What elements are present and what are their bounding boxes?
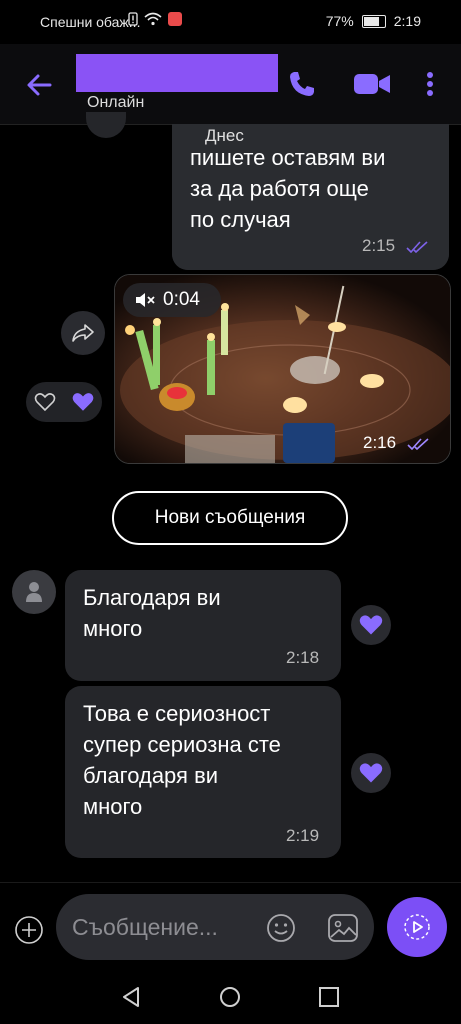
reaction-pill[interactable] bbox=[26, 382, 102, 422]
clock: 2:19 bbox=[393, 13, 421, 29]
message-text: Благодаря ви много bbox=[83, 585, 221, 641]
app-notification-icon bbox=[168, 12, 182, 26]
voice-video-send-button[interactable] bbox=[387, 897, 447, 957]
heart-filled-icon bbox=[359, 763, 383, 783]
nav-recents-icon[interactable] bbox=[318, 986, 340, 1008]
incoming-message[interactable]: Благодаря ви много 2:18 bbox=[65, 570, 341, 681]
message-text: Това е сериозност супер сериозна сте бла… bbox=[83, 701, 281, 819]
nav-home-icon[interactable] bbox=[219, 986, 241, 1008]
incoming-message[interactable]: Това е сериозност супер сериозна сте бла… bbox=[65, 686, 341, 858]
contact-status: Онлайн bbox=[87, 94, 145, 111]
battery-percent: 77% bbox=[325, 13, 354, 29]
new-messages-divider: Нови съобщения bbox=[112, 491, 348, 545]
header-clone: Онлайн bbox=[0, 44, 461, 124]
message-text: пишете оставям ви за да работя още по сл… bbox=[190, 145, 386, 232]
person-icon bbox=[26, 582, 42, 602]
video-time-text: 2:16 bbox=[363, 433, 397, 452]
add-attachment-icon[interactable] bbox=[14, 915, 44, 945]
forward-button[interactable] bbox=[61, 311, 105, 355]
status-bar: Спешни обаж... 77% 2:19 bbox=[0, 0, 461, 44]
video-time: 2:16 bbox=[363, 433, 429, 453]
video-duration-pill[interactable]: 0:04 bbox=[123, 283, 221, 317]
battery-icon bbox=[361, 14, 386, 28]
message-time: 2:19 bbox=[286, 826, 320, 845]
date-label: Днес bbox=[205, 126, 244, 145]
message-time: 2:18 bbox=[286, 648, 320, 667]
more-options-icon[interactable] bbox=[418, 68, 442, 100]
status-notification: Спешни обаж... bbox=[40, 14, 141, 30]
video-duration: 0:04 bbox=[163, 289, 200, 310]
emoji-icon[interactable] bbox=[266, 913, 296, 943]
muted-speaker-icon[interactable] bbox=[135, 292, 155, 308]
video-call-icon[interactable] bbox=[352, 68, 392, 100]
heart-outline-icon[interactable] bbox=[34, 392, 56, 412]
status-icons bbox=[128, 12, 182, 26]
avatar[interactable] bbox=[12, 570, 56, 614]
contact-name-redacted[interactable] bbox=[76, 54, 278, 92]
gallery-icon[interactable] bbox=[327, 913, 359, 943]
status-right: 77% 2:19 bbox=[326, 13, 421, 29]
double-check-icon bbox=[406, 240, 428, 253]
nav-back-icon[interactable] bbox=[120, 986, 142, 1008]
message-time: 2:15 bbox=[362, 236, 428, 256]
heart-filled-icon[interactable] bbox=[71, 391, 95, 413]
play-circle-icon bbox=[404, 914, 430, 940]
double-check-icon bbox=[407, 437, 429, 450]
phone-call-icon[interactable] bbox=[286, 68, 318, 100]
back-arrow-icon[interactable] bbox=[24, 70, 54, 100]
heart-filled-icon bbox=[359, 615, 383, 635]
video-message[interactable]: 0:04 2:16 bbox=[114, 274, 451, 464]
like-button[interactable] bbox=[351, 753, 391, 793]
wifi-icon bbox=[144, 12, 162, 26]
like-button[interactable] bbox=[351, 605, 391, 645]
partial-reaction bbox=[86, 112, 126, 138]
system-nav-bar bbox=[0, 966, 461, 1024]
alert-icon bbox=[128, 12, 138, 26]
forward-icon bbox=[72, 324, 94, 342]
message-time-text: 2:15 bbox=[362, 236, 396, 255]
message-placeholder: Съобщение... bbox=[72, 914, 218, 940]
